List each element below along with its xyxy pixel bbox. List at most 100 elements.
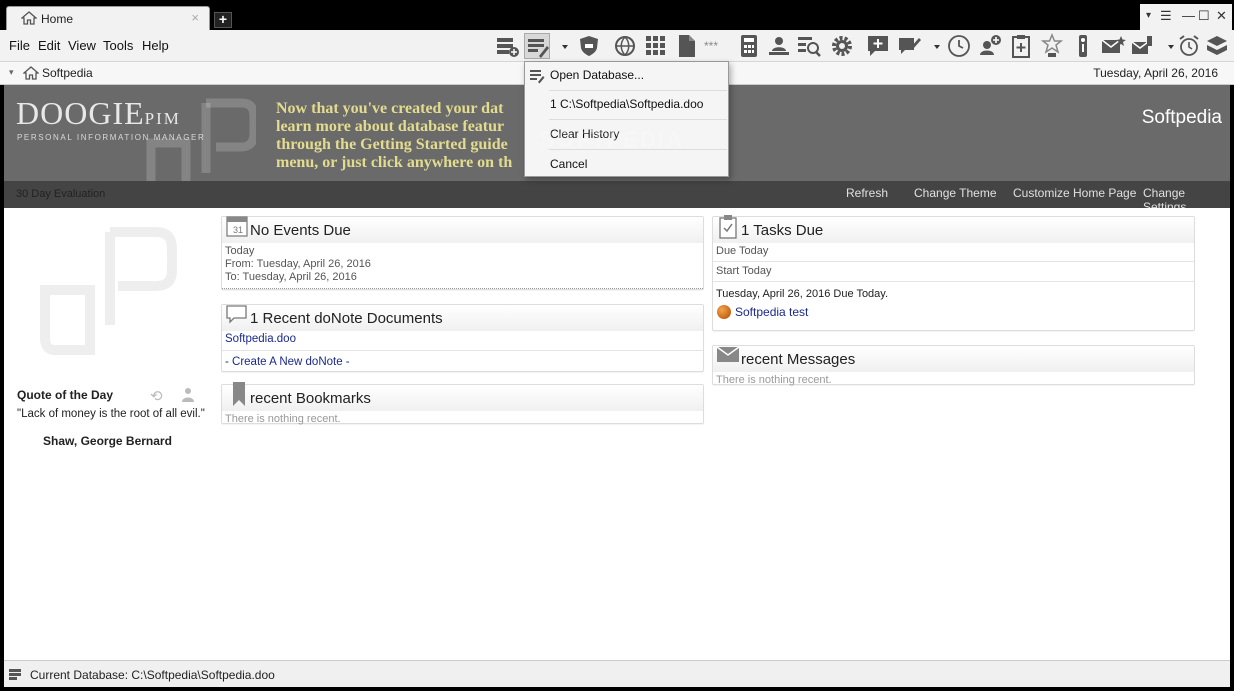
events-title: No Events Due	[250, 222, 351, 239]
calendar-day: 31	[233, 225, 243, 235]
shield-icon[interactable]	[576, 33, 602, 59]
tasks-divider-2	[713, 281, 1194, 282]
events-from: From: Tuesday, April 26, 2016	[225, 258, 371, 270]
donote-divider	[222, 350, 703, 351]
add-contact-icon[interactable]	[977, 33, 1003, 59]
events-panel: 31 No Events Due Today From: Tuesday, Ap…	[221, 216, 704, 290]
banner-footer: 30 Day Evaluation Refresh Change Theme C…	[4, 181, 1230, 214]
refresh-quote-icon[interactable]: ⟲	[150, 387, 163, 405]
task-link[interactable]: Softpedia test	[735, 305, 808, 319]
tasks-due-today: Due Today	[716, 245, 769, 257]
events-today: Today	[225, 245, 255, 257]
search-list-icon[interactable]	[796, 33, 822, 59]
database-edit-icon[interactable]	[524, 33, 550, 59]
document-icon[interactable]	[674, 33, 700, 59]
messages-panel: recent Messages There is nothing recent.	[712, 345, 1195, 386]
menu-view[interactable]: View	[68, 38, 96, 53]
softpedia-watermark: SOFTPEDIA	[540, 127, 684, 152]
gear-icon[interactable]	[829, 33, 855, 59]
task-priority-icon	[717, 305, 731, 319]
close-window-button[interactable]: ✕	[1216, 8, 1227, 24]
tab-bar: Home × + ▾ ☰ — ☐ ✕	[0, 0, 1234, 30]
person-icon[interactable]	[181, 387, 195, 406]
menu-file[interactable]: File	[9, 38, 30, 53]
donote-document-link[interactable]: Softpedia.doo	[222, 331, 703, 347]
menu-toolbar: File Edit View Tools Help ***	[0, 30, 1234, 62]
quote-author: Shaw, George Bernard	[43, 434, 172, 448]
events-divider	[222, 288, 703, 289]
events-header: 31 No Events Due	[222, 214, 703, 243]
bookmarks-panel: recent Bookmarks There is nothing recent…	[221, 382, 704, 425]
recent-database-label: 1 C:\Softpedia\Softpedia.doo	[550, 97, 704, 111]
clock-icon[interactable]	[946, 33, 972, 59]
home-icon[interactable]	[22, 66, 40, 83]
envelope-icon	[716, 343, 742, 368]
calendar-icon: 31	[225, 214, 249, 241]
add-task-icon[interactable]	[1008, 33, 1034, 59]
evaluation-label: 30 Day Evaluation	[16, 188, 106, 200]
refresh-link[interactable]: Refresh	[846, 186, 888, 200]
dropdown-divider-2	[549, 119, 727, 120]
cancel-item[interactable]: Cancel	[525, 151, 728, 179]
note-dropdown-arrow-icon[interactable]	[924, 33, 940, 59]
change-theme-link[interactable]: Change Theme	[914, 186, 997, 200]
bookmark-icon	[225, 382, 249, 411]
address-expand-icon[interactable]: ▾	[9, 67, 14, 78]
grid-apps-icon[interactable]	[643, 33, 669, 59]
password-icon[interactable]: ***	[704, 33, 730, 59]
bookmarks-title: recent Bookmarks	[250, 390, 371, 407]
current-date: Tuesday, April 26, 2016	[1093, 66, 1218, 80]
tab-close-icon[interactable]: ×	[191, 10, 199, 25]
layers-icon[interactable]	[1204, 33, 1230, 59]
tasks-header: 1 Tasks Due	[713, 214, 1194, 243]
menu-edit[interactable]: Edit	[38, 38, 60, 53]
tasks-title: 1 Tasks Due	[741, 222, 824, 239]
new-tab-button[interactable]: +	[214, 12, 232, 28]
contact-icon[interactable]	[766, 33, 792, 59]
tasks-summary: Tuesday, April 26, 2016 Due Today.	[716, 288, 889, 300]
speech-bubble-icon	[225, 302, 249, 329]
window-menu-arrow-icon[interactable]: ▾	[1146, 10, 1151, 21]
window-menu-icon[interactable]: ☰	[1160, 8, 1172, 24]
status-database-icon	[8, 667, 22, 684]
customize-home-link[interactable]: Customize Home Page	[1013, 186, 1136, 200]
open-database-item[interactable]: Open Database...	[525, 62, 728, 90]
dp-logo-icon	[40, 227, 177, 355]
open-database-icon	[529, 68, 545, 87]
mail-send-icon[interactable]	[1130, 33, 1156, 59]
mail-icon[interactable]	[1100, 33, 1126, 59]
status-bar: Current Database: C:\Softpedia\Softpedia…	[4, 660, 1230, 687]
database-dropdown-arrow-icon[interactable]	[552, 33, 568, 59]
open-database-label: Open Database...	[550, 68, 645, 82]
database-add-icon[interactable]	[494, 33, 520, 59]
menu-help[interactable]: Help	[142, 38, 169, 53]
messages-title: recent Messages	[741, 351, 856, 368]
task-item[interactable]: Softpedia test	[713, 301, 1194, 321]
recent-database-item[interactable]: 1 C:\Softpedia\Softpedia.doo	[525, 91, 728, 119]
mail-dropdown-arrow-icon[interactable]	[1158, 33, 1174, 59]
quote-text: "Lack of money is the root of all evil."	[17, 408, 205, 420]
security-icon[interactable]	[1070, 33, 1096, 59]
banner-message[interactable]: Now that you've created your dat learn m…	[276, 100, 526, 172]
calculator-icon[interactable]	[736, 33, 762, 59]
maximize-button[interactable]: ☐	[1198, 8, 1210, 24]
tasks-panel: 1 Tasks Due Due Today Start Today Tuesda…	[712, 214, 1195, 331]
clipboard-check-icon	[716, 214, 740, 243]
bookmarks-empty: There is nothing recent.	[225, 413, 341, 425]
alarm-icon[interactable]	[1176, 33, 1202, 59]
donote-header: 1 Recent doNote Documents	[222, 305, 703, 331]
menu-tools[interactable]: Tools	[103, 38, 133, 53]
messages-header: recent Messages	[713, 346, 1194, 372]
create-donote-link[interactable]: - Create A New doNote -	[222, 354, 703, 370]
tasks-start-today: Start Today	[716, 265, 772, 277]
tab-home[interactable]: Home ×	[6, 6, 210, 30]
database-dropdown-menu: Open Database... 1 C:\Softpedia\Softpedi…	[524, 61, 729, 177]
messages-empty: There is nothing recent.	[716, 374, 832, 386]
globe-icon[interactable]	[612, 33, 638, 59]
add-note-icon[interactable]	[865, 33, 891, 59]
minimize-button[interactable]: —	[1182, 8, 1195, 23]
edit-note-icon[interactable]	[896, 33, 922, 59]
bookmark-star-icon[interactable]	[1039, 33, 1065, 59]
bookmarks-header: recent Bookmarks	[222, 382, 703, 411]
quote-title: Quote of the Day	[17, 388, 114, 402]
